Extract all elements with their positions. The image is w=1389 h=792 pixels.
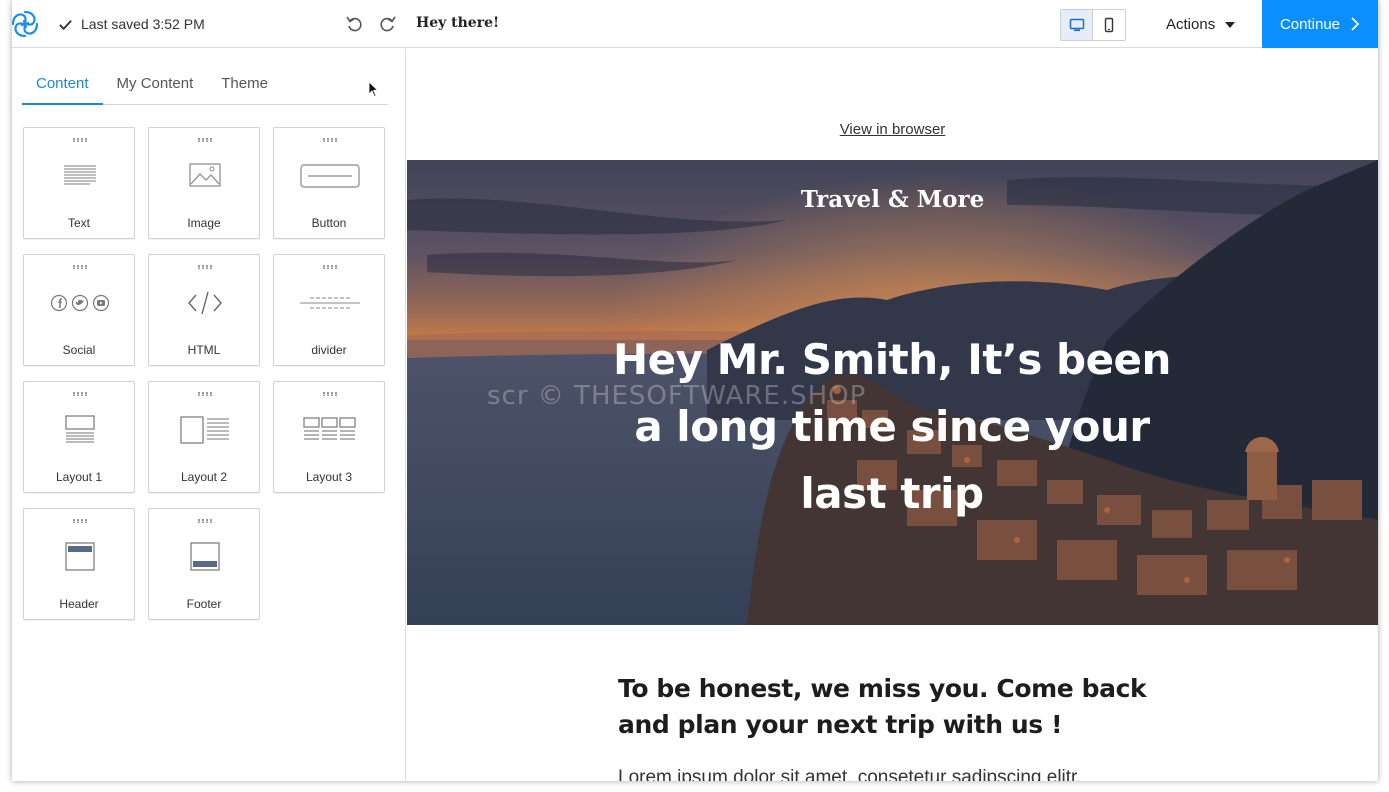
block-label: HTML <box>187 343 221 357</box>
tab-theme[interactable]: Theme <box>207 71 282 105</box>
body-subheading[interactable]: To be honest, we miss you. Come back and… <box>618 671 1178 743</box>
block-label: divider <box>311 343 347 357</box>
block-label: Text <box>67 216 90 230</box>
save-status-text: Last saved 3:52 PM <box>81 16 205 32</box>
actions-menu[interactable]: Actions <box>1166 16 1236 33</box>
device-toggle <box>1060 9 1126 41</box>
block-layout-3[interactable]: Layout 3 <box>273 381 385 493</box>
view-in-browser-link[interactable]: View in browser <box>407 121 1378 138</box>
actions-label: Actions <box>1166 16 1216 33</box>
undo-icon[interactable] <box>345 14 363 32</box>
caret-down-icon <box>1225 21 1236 28</box>
block-image[interactable]: Image <box>148 127 260 239</box>
continue-label: Continue <box>1279 15 1341 33</box>
layout-2-icon <box>180 416 229 444</box>
drag-handle-icon <box>323 392 337 396</box>
drag-handle-icon <box>323 265 337 269</box>
block-label: Layout 3 <box>305 470 353 484</box>
block-label: Button <box>311 216 347 230</box>
app-window: Last saved 3:52 PM Hey there! Actions Co… <box>12 0 1378 781</box>
content-blocks-grid: Text Image Button Social HTML divider La… <box>23 127 385 620</box>
hero-brand-title[interactable]: Travel & More <box>407 186 1378 213</box>
checkmark-icon <box>59 19 72 30</box>
text-block-icon <box>64 165 96 185</box>
block-html[interactable]: HTML <box>148 254 260 366</box>
top-bar: Last saved 3:52 PM Hey there! Actions Co… <box>12 0 1378 48</box>
layout-1-icon <box>65 415 95 443</box>
block-footer[interactable]: Footer <box>148 508 260 620</box>
app-logo-icon[interactable] <box>12 9 40 39</box>
block-text[interactable]: Text <box>23 127 135 239</box>
block-button[interactable]: Button <box>273 127 385 239</box>
divider-block-icon <box>300 297 360 309</box>
email-canvas: View in browser scr © THESOFTWARE.SHOP T… <box>407 49 1378 781</box>
block-label: Footer <box>186 597 222 611</box>
drag-handle-icon <box>198 265 212 269</box>
tab-content[interactable]: Content <box>22 71 103 105</box>
chevron-right-icon <box>1351 17 1360 31</box>
block-label: Social <box>62 343 96 357</box>
block-label: Image <box>187 216 221 230</box>
tab-my-content[interactable]: My Content <box>103 71 208 105</box>
hero-headline[interactable]: Hey Mr. Smith, It’s been a long time sin… <box>597 326 1187 527</box>
drag-handle-icon <box>73 392 87 396</box>
image-block-icon <box>189 163 221 187</box>
body-text[interactable]: Lorem ipsum dolor sit amet, consetetur s… <box>618 767 1178 781</box>
button-block-icon <box>300 164 360 188</box>
block-layout-2[interactable]: Layout 2 <box>148 381 260 493</box>
html-code-icon <box>188 291 222 315</box>
hero-section[interactable]: scr © THESOFTWARE.SHOP Travel & More Hey… <box>407 160 1378 625</box>
redo-icon[interactable] <box>379 14 397 32</box>
block-label: Layout 2 <box>180 470 228 484</box>
drag-handle-icon <box>73 138 87 142</box>
block-label: Layout 1 <box>55 470 103 484</box>
drag-handle-icon <box>198 392 212 396</box>
panel-tabs: Content My Content Theme <box>22 71 388 105</box>
block-social[interactable]: Social <box>23 254 135 366</box>
header-block-icon <box>65 542 95 571</box>
layout-3-icon <box>303 417 356 440</box>
drag-handle-icon <box>323 138 337 142</box>
desktop-icon <box>1069 18 1084 32</box>
social-block-icon <box>50 294 110 312</box>
drag-handle-icon <box>198 519 212 523</box>
continue-button[interactable]: Continue <box>1262 0 1378 48</box>
desktop-view-button[interactable] <box>1061 10 1093 40</box>
drag-handle-icon <box>73 519 87 523</box>
mobile-icon <box>1104 17 1114 33</box>
save-status: Last saved 3:52 PM <box>58 16 205 32</box>
content-panel: Content My Content Theme Text Image Butt… <box>12 49 406 781</box>
block-divider[interactable]: divider <box>273 254 385 366</box>
mobile-view-button[interactable] <box>1093 10 1125 40</box>
block-layout-1[interactable]: Layout 1 <box>23 381 135 493</box>
footer-block-icon <box>190 542 220 571</box>
drag-handle-icon <box>198 138 212 142</box>
mouse-pointer-icon <box>368 81 379 98</box>
block-header[interactable]: Header <box>23 508 135 620</box>
drag-handle-icon <box>73 265 87 269</box>
email-subject[interactable]: Hey there! <box>416 15 499 31</box>
block-label: Header <box>59 597 99 611</box>
